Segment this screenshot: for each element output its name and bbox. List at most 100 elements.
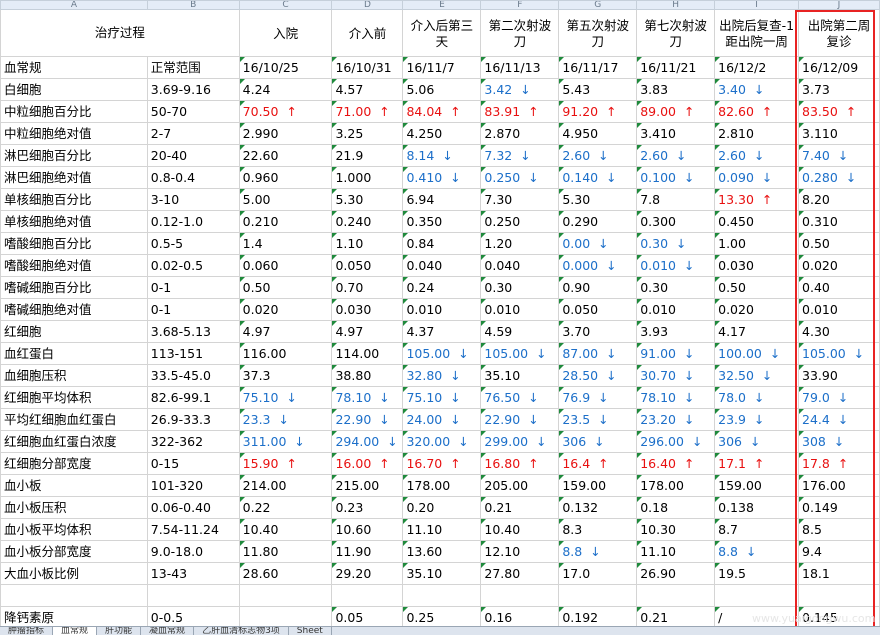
range-cell[interactable]: 13-43 xyxy=(146,562,240,585)
row-label[interactable]: 红细胞平均体积 xyxy=(0,386,148,409)
value-cell[interactable]: 13.60 xyxy=(402,540,482,563)
value-cell[interactable]: 7.8 xyxy=(636,188,716,211)
stage-header[interactable]: 第七次射波刀 xyxy=(636,9,716,57)
value-cell[interactable]: 70.50 ↑ xyxy=(238,100,333,123)
value-cell[interactable]: 178.00 xyxy=(636,474,716,497)
value-cell[interactable] xyxy=(636,584,716,607)
value-cell[interactable]: 0.040 xyxy=(402,254,482,277)
row-label[interactable]: 血小板压积 xyxy=(0,496,148,519)
column-header[interactable]: B xyxy=(146,0,240,10)
value-cell[interactable]: 2.870 xyxy=(480,122,560,145)
value-cell[interactable]: 6.94 xyxy=(402,188,482,211)
value-cell[interactable]: 84.04 ↑ xyxy=(402,100,482,123)
value-cell[interactable] xyxy=(558,584,638,607)
value-cell[interactable]: 26.90 xyxy=(636,562,716,585)
value-cell[interactable] xyxy=(238,584,333,607)
row-label[interactable]: 淋巴细胞绝对值 xyxy=(0,166,148,189)
range-cell[interactable]: 2-7 xyxy=(146,122,240,145)
value-cell[interactable]: 0.140 ↓ xyxy=(558,166,638,189)
range-cell[interactable]: 26.9-33.3 xyxy=(146,408,240,431)
value-cell[interactable]: 10.30 xyxy=(636,518,716,541)
value-cell[interactable]: 0.050 xyxy=(558,298,638,321)
value-cell[interactable]: 0.250 ↓ xyxy=(480,166,560,189)
value-cell[interactable]: 89.00 ↑ xyxy=(636,100,716,123)
value-cell[interactable]: 35.10 xyxy=(402,562,482,585)
value-cell[interactable]: 0.050 xyxy=(331,254,404,277)
value-cell[interactable]: 35.10 xyxy=(480,364,560,387)
date-cell[interactable]: 16/11/13 xyxy=(480,56,560,79)
value-cell[interactable] xyxy=(798,584,880,607)
value-cell[interactable]: 3.25 xyxy=(331,122,404,145)
value-cell[interactable]: 10.60 xyxy=(331,518,404,541)
date-cell[interactable]: 16/10/25 xyxy=(238,56,333,79)
column-header[interactable]: C xyxy=(238,0,333,10)
stage-header[interactable]: 第五次射波刀 xyxy=(558,9,638,57)
value-cell[interactable]: 87.00 ↓ xyxy=(558,342,638,365)
value-cell[interactable]: 4.24 xyxy=(238,78,333,101)
value-cell[interactable]: 2.60 ↓ xyxy=(714,144,800,167)
value-cell[interactable]: 3.73 xyxy=(798,78,880,101)
row-label[interactable]: 红细胞分部宽度 xyxy=(0,452,148,475)
value-cell[interactable]: 1.20 xyxy=(480,232,560,255)
value-cell[interactable]: 0.040 xyxy=(480,254,560,277)
value-cell[interactable]: 23.3 ↓ xyxy=(238,408,333,431)
value-cell[interactable]: 0.280 ↓ xyxy=(798,166,880,189)
row-label[interactable]: 嗜碱细胞绝对值 xyxy=(0,298,148,321)
value-cell[interactable]: 5.06 xyxy=(402,78,482,101)
date-cell[interactable]: 16/12/09 xyxy=(798,56,880,79)
value-cell[interactable]: 0.24 xyxy=(402,276,482,299)
row-label[interactable]: 大血小板比例 xyxy=(0,562,148,585)
value-cell[interactable]: 0.18 xyxy=(636,496,716,519)
range-cell[interactable]: 0.02-0.5 xyxy=(146,254,240,277)
value-cell[interactable]: 0.30 xyxy=(636,276,716,299)
value-cell[interactable]: 7.40 ↓ xyxy=(798,144,880,167)
column-header[interactable]: D xyxy=(331,0,404,10)
value-cell[interactable]: 8.14 ↓ xyxy=(402,144,482,167)
value-cell[interactable]: 11.80 xyxy=(238,540,333,563)
value-cell[interactable]: 15.90 ↑ xyxy=(238,452,333,475)
date-cell[interactable]: 16/11/17 xyxy=(558,56,638,79)
value-cell[interactable]: 0.300 xyxy=(636,210,716,233)
value-cell[interactable]: 0.22 xyxy=(238,496,333,519)
value-cell[interactable]: 2.60 ↓ xyxy=(636,144,716,167)
value-cell[interactable]: 0.020 xyxy=(714,298,800,321)
value-cell[interactable]: 5.30 xyxy=(331,188,404,211)
value-cell[interactable]: 0.000 ↓ xyxy=(558,254,638,277)
date-cell[interactable]: 16/11/7 xyxy=(402,56,482,79)
value-cell[interactable]: 27.80 xyxy=(480,562,560,585)
row-label[interactable]: 白细胞 xyxy=(0,78,148,101)
value-cell[interactable]: 11.10 xyxy=(402,518,482,541)
range-cell[interactable]: 113-151 xyxy=(146,342,240,365)
value-cell[interactable] xyxy=(402,584,482,607)
value-cell[interactable]: 16.70 ↑ xyxy=(402,452,482,475)
value-cell[interactable]: 3.70 xyxy=(558,320,638,343)
value-cell[interactable]: 21.9 xyxy=(331,144,404,167)
value-cell[interactable]: 3.42 ↓ xyxy=(480,78,560,101)
value-cell[interactable]: 311.00 ↓ xyxy=(238,430,333,453)
value-cell[interactable]: 0.20 xyxy=(402,496,482,519)
value-cell[interactable]: 10.40 xyxy=(238,518,333,541)
row-label[interactable]: 淋巴细胞百分比 xyxy=(0,144,148,167)
value-cell[interactable]: 0.250 xyxy=(480,210,560,233)
row-label[interactable]: 血小板 xyxy=(0,474,148,497)
value-cell[interactable]: 4.17 xyxy=(714,320,800,343)
value-cell[interactable]: 1.4 xyxy=(238,232,333,255)
value-cell[interactable]: 205.00 xyxy=(480,474,560,497)
value-cell[interactable]: 75.10 ↓ xyxy=(402,386,482,409)
value-cell[interactable]: 32.80 ↓ xyxy=(402,364,482,387)
value-cell[interactable]: 7.30 xyxy=(480,188,560,211)
value-cell[interactable]: 0.020 xyxy=(798,254,880,277)
value-cell[interactable]: 0.30 ↓ xyxy=(636,232,716,255)
value-cell[interactable]: 2.810 xyxy=(714,122,800,145)
value-cell[interactable]: 28.50 ↓ xyxy=(558,364,638,387)
value-cell[interactable]: 306 ↓ xyxy=(714,430,800,453)
value-cell[interactable]: 294.00 ↓ xyxy=(331,430,404,453)
range-cell[interactable]: 3.68-5.13 xyxy=(146,320,240,343)
value-cell[interactable] xyxy=(331,584,404,607)
value-cell[interactable]: 78.0 ↓ xyxy=(714,386,800,409)
column-header[interactable]: F xyxy=(480,0,560,10)
value-cell[interactable]: 4.37 xyxy=(402,320,482,343)
value-cell[interactable]: 8.8 ↓ xyxy=(714,540,800,563)
value-cell[interactable]: 320.00 ↓ xyxy=(402,430,482,453)
value-cell[interactable]: 83.50 ↑ xyxy=(798,100,880,123)
